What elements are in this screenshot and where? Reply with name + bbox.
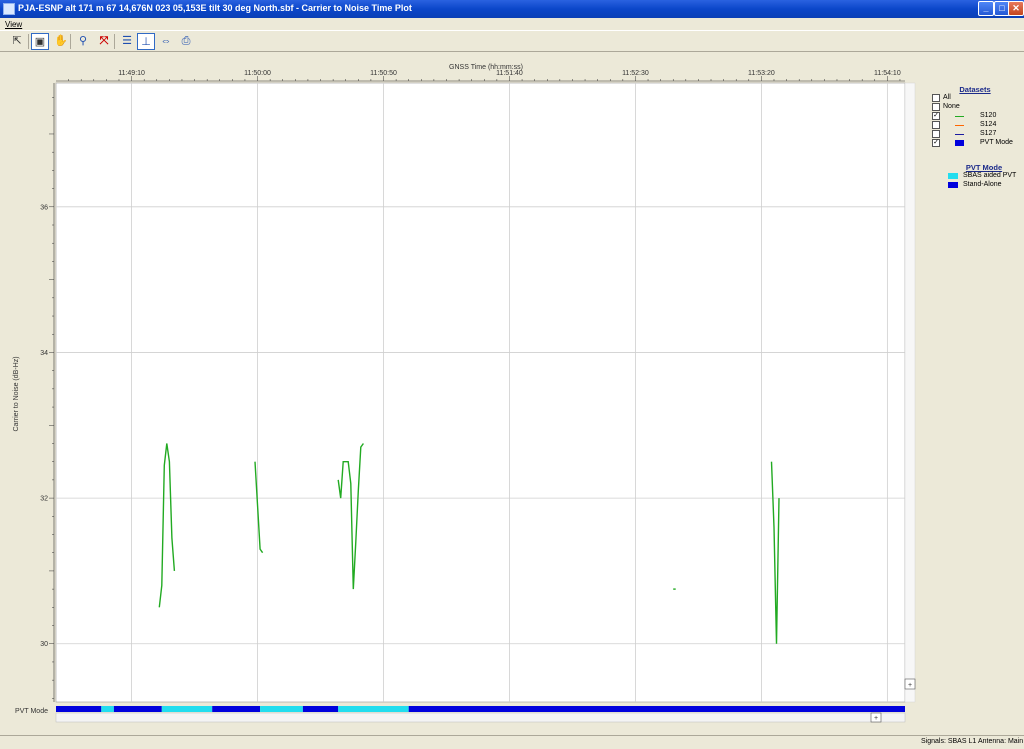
- pvt-segment: [260, 706, 303, 712]
- v-zoom-plus-button[interactable]: +: [904, 678, 916, 690]
- x-tick-label: 11:50:00: [244, 70, 271, 77]
- s127-checkbox[interactable]: [932, 130, 940, 138]
- menu-bar: View: [0, 18, 1024, 30]
- legend-none-row[interactable]: None: [930, 103, 1020, 112]
- s124-swatch: [955, 125, 964, 126]
- x-axis-label: GNSS Time (hh:mm:ss): [449, 64, 523, 71]
- pvt-legend-standalone: Stand-Alone: [945, 181, 1023, 190]
- x-tick-label: 11:54:10: [874, 70, 901, 77]
- pvt-segment: [161, 706, 213, 712]
- none-label: None: [943, 103, 960, 110]
- x-tick-label: 11:49:10: [118, 70, 145, 77]
- status-antenna: Antenna: Main: [978, 738, 1024, 745]
- application-window: PJA-ESNP alt 171 m 67 14,676N 023 05,153…: [0, 0, 1024, 749]
- x-tick-label: 11:53:20: [748, 70, 775, 77]
- pvt-mode-label: PVT Mode: [980, 139, 1013, 146]
- toolbar-separator: [114, 34, 115, 49]
- standalone-swatch: [948, 182, 958, 188]
- pvt-segment: [56, 706, 102, 712]
- legend-item-s124[interactable]: S124: [930, 121, 1020, 130]
- vertical-fit-icon[interactable]: ☰: [118, 33, 136, 50]
- carrier-to-noise-plot[interactable]: 11:49:10 11:50:00 11:50:50 11:51:40 11:52:30…: [0, 52, 930, 734]
- minimize-button[interactable]: _: [978, 1, 994, 16]
- status-bar: Signals: SBAS L1 Antenna: Main: [0, 735, 1024, 749]
- pan-hand-icon[interactable]: ✋: [52, 33, 70, 50]
- window-title: PJA-ESNP alt 171 m 67 14,676N 023 05,153…: [18, 3, 412, 13]
- x-tick-label: 11:51:40: [496, 70, 523, 77]
- h-zoom-plus-button[interactable]: +: [870, 712, 882, 723]
- pvt-segment: [113, 706, 162, 712]
- legend-all-row[interactable]: All: [930, 94, 1020, 103]
- horizontal-scrollbar[interactable]: [55, 712, 906, 723]
- pvt-mode-legend: PVT Mode SBAS aided PVT Stand-Alone: [945, 163, 1023, 190]
- title-bar[interactable]: PJA-ESNP alt 171 m 67 14,676N 023 05,153…: [0, 0, 1024, 18]
- toolbar: ⇱ ▣ ✋ ⚲ ⤧ ☰ ⊥ ⇔ ⎙: [0, 30, 1024, 52]
- datasets-legend: Datasets All None ✓ S120 S124 S127 ✓ PVT: [930, 85, 1020, 148]
- pvt-legend-title: PVT Mode: [965, 163, 1003, 172]
- pvt-segment: [212, 706, 261, 712]
- standalone-label: Stand-Alone: [963, 181, 1002, 188]
- legend-item-s120[interactable]: ✓ S120: [930, 112, 1020, 121]
- s124-checkbox[interactable]: [932, 121, 940, 129]
- y-tick-label: 30: [40, 641, 48, 648]
- s127-swatch: [955, 134, 964, 135]
- pvt-segment: [101, 706, 114, 712]
- all-checkbox[interactable]: [932, 94, 940, 102]
- select-box-icon[interactable]: ▣: [31, 33, 49, 50]
- sbas-swatch: [948, 173, 958, 179]
- toolbar-separator: [28, 34, 29, 49]
- y-tick-label: 36: [40, 204, 48, 211]
- s127-label: S127: [980, 130, 997, 137]
- svg-text:+: +: [874, 715, 878, 722]
- x-tick-label: 11:50:50: [370, 70, 397, 77]
- x-axis-ticks: 11:49:10 11:50:00 11:50:50 11:51:40 11:52:30…: [56, 70, 905, 82]
- legend-item-s127[interactable]: S127: [930, 130, 1020, 139]
- y-axis-ticks: 30 32 34 36: [40, 83, 55, 702]
- zoom-icon[interactable]: ⚲: [74, 33, 92, 50]
- pvt-mode-swatch: [955, 140, 964, 146]
- print-icon[interactable]: ⎙: [177, 33, 195, 50]
- all-label: All: [943, 94, 951, 101]
- fit-all-icon[interactable]: ⤧: [95, 33, 113, 50]
- vertical-scrollbar[interactable]: [904, 82, 916, 703]
- svg-text:+: +: [908, 682, 912, 689]
- pvt-legend-sbas: SBAS aided PVT: [945, 172, 1023, 181]
- pvt-segment: [302, 706, 339, 712]
- status-signals: Signals: SBAS L1: [921, 738, 977, 745]
- pvt-segment: [338, 706, 409, 712]
- datasets-title: Datasets: [959, 85, 991, 94]
- x-tick-label: 11:52:30: [622, 70, 649, 77]
- y-tick-label: 32: [40, 496, 48, 503]
- zoom-out-icon[interactable]: ⇔: [157, 33, 175, 50]
- s120-swatch: [955, 116, 964, 117]
- close-button[interactable]: ✕: [1008, 1, 1024, 16]
- s120-checkbox[interactable]: ✓: [932, 112, 940, 120]
- app-icon: [3, 3, 15, 15]
- y-axis-label: Carrier to Noise (dB-Hz): [13, 356, 20, 431]
- pointer-icon[interactable]: ⇱: [8, 33, 26, 50]
- s124-label: S124: [980, 121, 997, 128]
- pvt-mode-checkbox[interactable]: ✓: [932, 139, 940, 147]
- sbas-label: SBAS aided PVT: [963, 172, 1017, 179]
- horizontal-fit-icon[interactable]: ⊥: [137, 33, 155, 50]
- none-checkbox[interactable]: [932, 103, 940, 111]
- toolbar-separator: [70, 34, 71, 49]
- y-tick-label: 34: [40, 350, 48, 357]
- s120-label: S120: [980, 112, 997, 119]
- menu-view[interactable]: View: [5, 20, 22, 29]
- pvt-segment: [408, 706, 905, 712]
- legend-item-pvt-mode[interactable]: ✓ PVT Mode: [930, 139, 1020, 148]
- pvt-track-label: PVT Mode: [15, 708, 48, 715]
